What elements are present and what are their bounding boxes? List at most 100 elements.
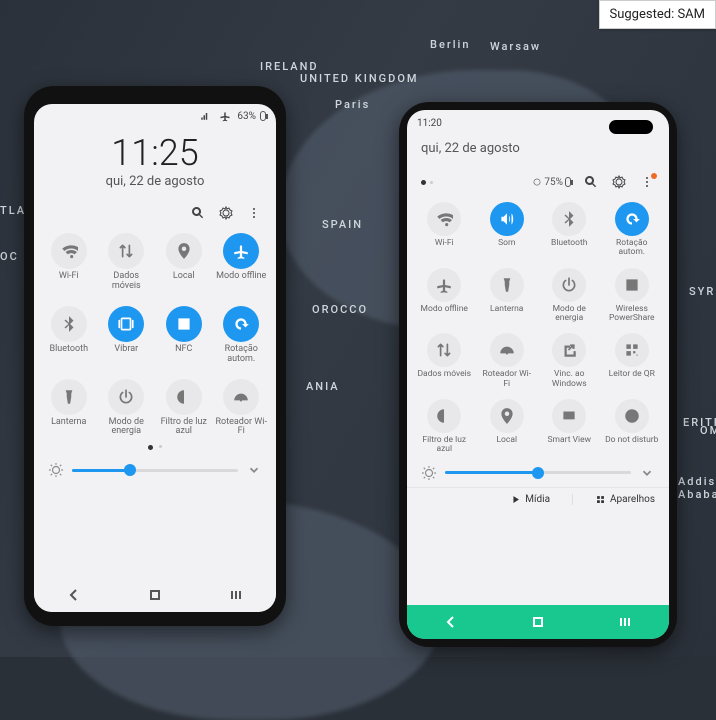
status-time: 11:20 xyxy=(417,118,442,129)
media-button[interactable]: Mídia xyxy=(510,494,550,505)
page-dot-active xyxy=(421,180,426,185)
nav-home[interactable] xyxy=(530,614,546,630)
qs-tile-rotate[interactable]: Rotação autom. xyxy=(213,302,271,369)
qs-tile-bluelight[interactable]: Filtro de luz azul xyxy=(413,395,476,459)
rotate-icon xyxy=(223,306,259,342)
qs-tile-hotspot[interactable]: Roteador Wi-Fi xyxy=(476,329,539,393)
qs-tile-smartview[interactable]: Smart View xyxy=(538,395,601,459)
battery-text: 63% xyxy=(237,111,256,122)
chevron-down-icon[interactable] xyxy=(639,465,655,481)
qs-tile-bluetooth[interactable]: Bluetooth xyxy=(40,302,98,369)
qs-tile-label: Wi-Fi xyxy=(59,272,79,290)
qs-tile-flashlight[interactable]: Lanterna xyxy=(476,264,539,328)
qs-tile-data[interactable]: Dados móveis xyxy=(98,229,156,296)
qs-tile-bluetooth[interactable]: Bluetooth xyxy=(538,198,601,262)
airplane-icon xyxy=(217,108,233,124)
qs-tile-label: Roteador Wi-Fi xyxy=(215,418,269,438)
airplane-icon xyxy=(223,233,259,269)
qs-tile-label: Dados móveis xyxy=(100,272,154,292)
map-label: ANIA xyxy=(306,380,340,393)
panel-tools: 75% xyxy=(407,168,669,198)
powershare-icon xyxy=(615,268,649,302)
search-icon[interactable] xyxy=(190,205,206,221)
qs-tile-label: Wireless PowerShare xyxy=(605,305,659,324)
nav-bar xyxy=(407,605,669,639)
phone-left-screen: 63% 11:25 qui, 22 de agosto Wi-FiDados m… xyxy=(34,104,276,612)
gear-icon[interactable] xyxy=(218,205,234,221)
quick-settings-grid: Wi-Fi Dados móveis Local Modo offline Blueto… xyxy=(34,229,276,441)
qs-tile-label: Local xyxy=(496,436,517,454)
qs-tile-flashlight[interactable]: Lanterna xyxy=(40,375,98,442)
map-label: SPAIN xyxy=(322,218,363,231)
menu-icon[interactable] xyxy=(639,174,655,190)
phone-right: 11:20 qui, 22 de agosto 75% xyxy=(399,102,677,647)
qs-tile-dnd[interactable]: Do not disturb xyxy=(601,395,664,459)
hotspot-icon xyxy=(223,379,259,415)
chevron-down-icon[interactable] xyxy=(246,462,262,478)
map-label: Warsaw xyxy=(490,40,541,53)
qs-tile-power[interactable]: Modo de energia xyxy=(538,264,601,328)
qs-tile-bluelight[interactable]: Filtro de luz azul xyxy=(155,375,213,442)
panel-tools xyxy=(34,199,276,229)
qs-tile-label: Local xyxy=(173,272,195,290)
qs-tile-rotate[interactable]: Rotação autom. xyxy=(601,198,664,262)
smartview-icon xyxy=(552,399,586,433)
nav-home[interactable] xyxy=(147,587,163,603)
qs-tile-label: Vinc. ao Windows xyxy=(542,370,596,389)
nav-recent[interactable] xyxy=(228,587,244,603)
page-dot-active xyxy=(148,445,153,450)
map-label: UNITED KINGDOM xyxy=(300,72,419,85)
qs-tile-label: Bluetooth xyxy=(49,345,88,363)
qs-tile-location[interactable]: Local xyxy=(155,229,213,296)
qs-tile-label: Lanterna xyxy=(51,418,86,436)
qs-tile-wifi[interactable]: Wi-Fi xyxy=(413,198,476,262)
map-label: OROCCO xyxy=(312,303,368,316)
qs-tile-airplane[interactable]: Modo offline xyxy=(413,264,476,328)
qs-tile-sound[interactable]: Som xyxy=(476,198,539,262)
qs-tile-wifi[interactable]: Wi-Fi xyxy=(40,229,98,296)
gear-icon[interactable] xyxy=(611,174,627,190)
qs-tile-label: Smart View xyxy=(548,436,591,454)
qs-tile-airplane[interactable]: Modo offline xyxy=(213,229,271,296)
qs-tile-label: Modo de energia xyxy=(100,418,154,438)
qs-tile-link[interactable]: Vinc. ao Windows xyxy=(538,329,601,393)
qs-tile-nfc[interactable]: NFC xyxy=(155,302,213,369)
bluetooth-icon xyxy=(51,306,87,342)
qs-tile-hotspot[interactable]: Roteador Wi-Fi xyxy=(213,375,271,442)
signal-icon xyxy=(197,108,213,124)
wifi-icon xyxy=(427,202,461,236)
qs-tile-location[interactable]: Local xyxy=(476,395,539,459)
brightness-thumb[interactable] xyxy=(124,464,136,476)
nav-recent[interactable] xyxy=(617,614,633,630)
menu-icon[interactable] xyxy=(246,205,262,221)
battery-icon xyxy=(260,111,266,121)
nav-back[interactable] xyxy=(443,614,459,630)
hotspot-icon xyxy=(490,333,524,367)
qs-tile-data[interactable]: Dados móveis xyxy=(413,329,476,393)
qs-tile-powershare[interactable]: Wireless PowerShare xyxy=(601,264,664,328)
flashlight-icon xyxy=(490,268,524,302)
qs-tile-label: Rotação autom. xyxy=(215,345,269,365)
battery-icon xyxy=(565,177,571,187)
nav-back[interactable] xyxy=(66,587,82,603)
brightness-slider[interactable] xyxy=(72,469,238,472)
search-icon[interactable] xyxy=(583,174,599,190)
map-label: Paris xyxy=(335,98,370,111)
qs-tile-power[interactable]: Modo de energia xyxy=(98,375,156,442)
dnd-icon xyxy=(615,399,649,433)
devices-button[interactable]: Aparelhos xyxy=(595,494,655,505)
page-dot xyxy=(159,445,162,448)
map-label: TLA xyxy=(0,204,26,217)
map-label: OC xyxy=(0,250,19,263)
airplane-icon xyxy=(427,268,461,302)
map-label: ERITREA xyxy=(683,416,716,429)
brightness-thumb[interactable] xyxy=(532,467,544,479)
brightness-slider[interactable] xyxy=(445,471,631,474)
qs-tile-vibrate[interactable]: Vibrar xyxy=(98,302,156,369)
qs-tile-label: Filtro de luz azul xyxy=(417,436,471,455)
nfc-icon xyxy=(166,306,202,342)
bluelight-icon xyxy=(166,379,202,415)
date: qui, 22 de agosto xyxy=(34,174,276,189)
qs-tile-qr[interactable]: Leitor de QR xyxy=(601,329,664,393)
qs-tile-label: Roteador Wi-Fi xyxy=(480,370,534,389)
